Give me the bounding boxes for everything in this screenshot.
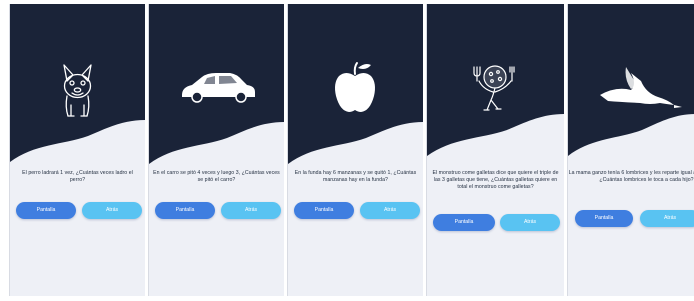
apple-icon <box>288 59 423 119</box>
atras-button[interactable]: Atrás <box>221 202 281 219</box>
screen-background <box>427 4 564 296</box>
cookie-monster-icon <box>427 59 564 119</box>
french-bulldog-icon <box>10 59 145 119</box>
atras-button[interactable]: Atrás <box>500 214 560 231</box>
car-icon <box>149 59 284 119</box>
question-text: En la funda hay 6 manzanas y se quitó 1,… <box>294 170 417 183</box>
screen-background <box>149 4 284 296</box>
screen-goose: La mama ganzo tenía 6 lombrices y les re… <box>567 4 694 296</box>
question-text: La mama ganzo tenía 6 lombrices y les re… <box>568 170 694 183</box>
question-text: En el carro se pitó 4 veces y luego 3, ¿… <box>153 170 280 183</box>
screen-dog: El perro ladrará 1 vez, ¿Cuántas veces l… <box>9 4 145 296</box>
question-text: El perro ladrará 1 vez, ¿Cuántas veces l… <box>22 170 133 183</box>
screen-background <box>568 4 694 296</box>
atras-button[interactable]: Atrás <box>360 202 420 219</box>
pantalla-button[interactable]: Pantalla <box>433 214 495 231</box>
screen-car: En el carro se pitó 4 veces y luego 3, ¿… <box>148 4 284 296</box>
atras-button[interactable]: Atrás <box>82 202 142 219</box>
pantalla-button[interactable]: Pantalla <box>155 202 215 219</box>
pantalla-button[interactable]: Pantalla <box>575 210 633 227</box>
goose-icon <box>568 59 694 119</box>
screen-background <box>10 4 145 296</box>
screen-apple: En la funda hay 6 manzanas y se quitó 1,… <box>287 4 423 296</box>
atras-button[interactable]: Atrás <box>640 210 694 227</box>
pantalla-button[interactable]: Pantalla <box>16 202 76 219</box>
pantalla-button[interactable]: Pantalla <box>294 202 354 219</box>
question-text: El monstruo come galletas dice que quier… <box>432 170 559 190</box>
screen-cookie-monster: El monstruo come galletas dice que quier… <box>426 4 564 296</box>
screen-background <box>288 4 423 296</box>
